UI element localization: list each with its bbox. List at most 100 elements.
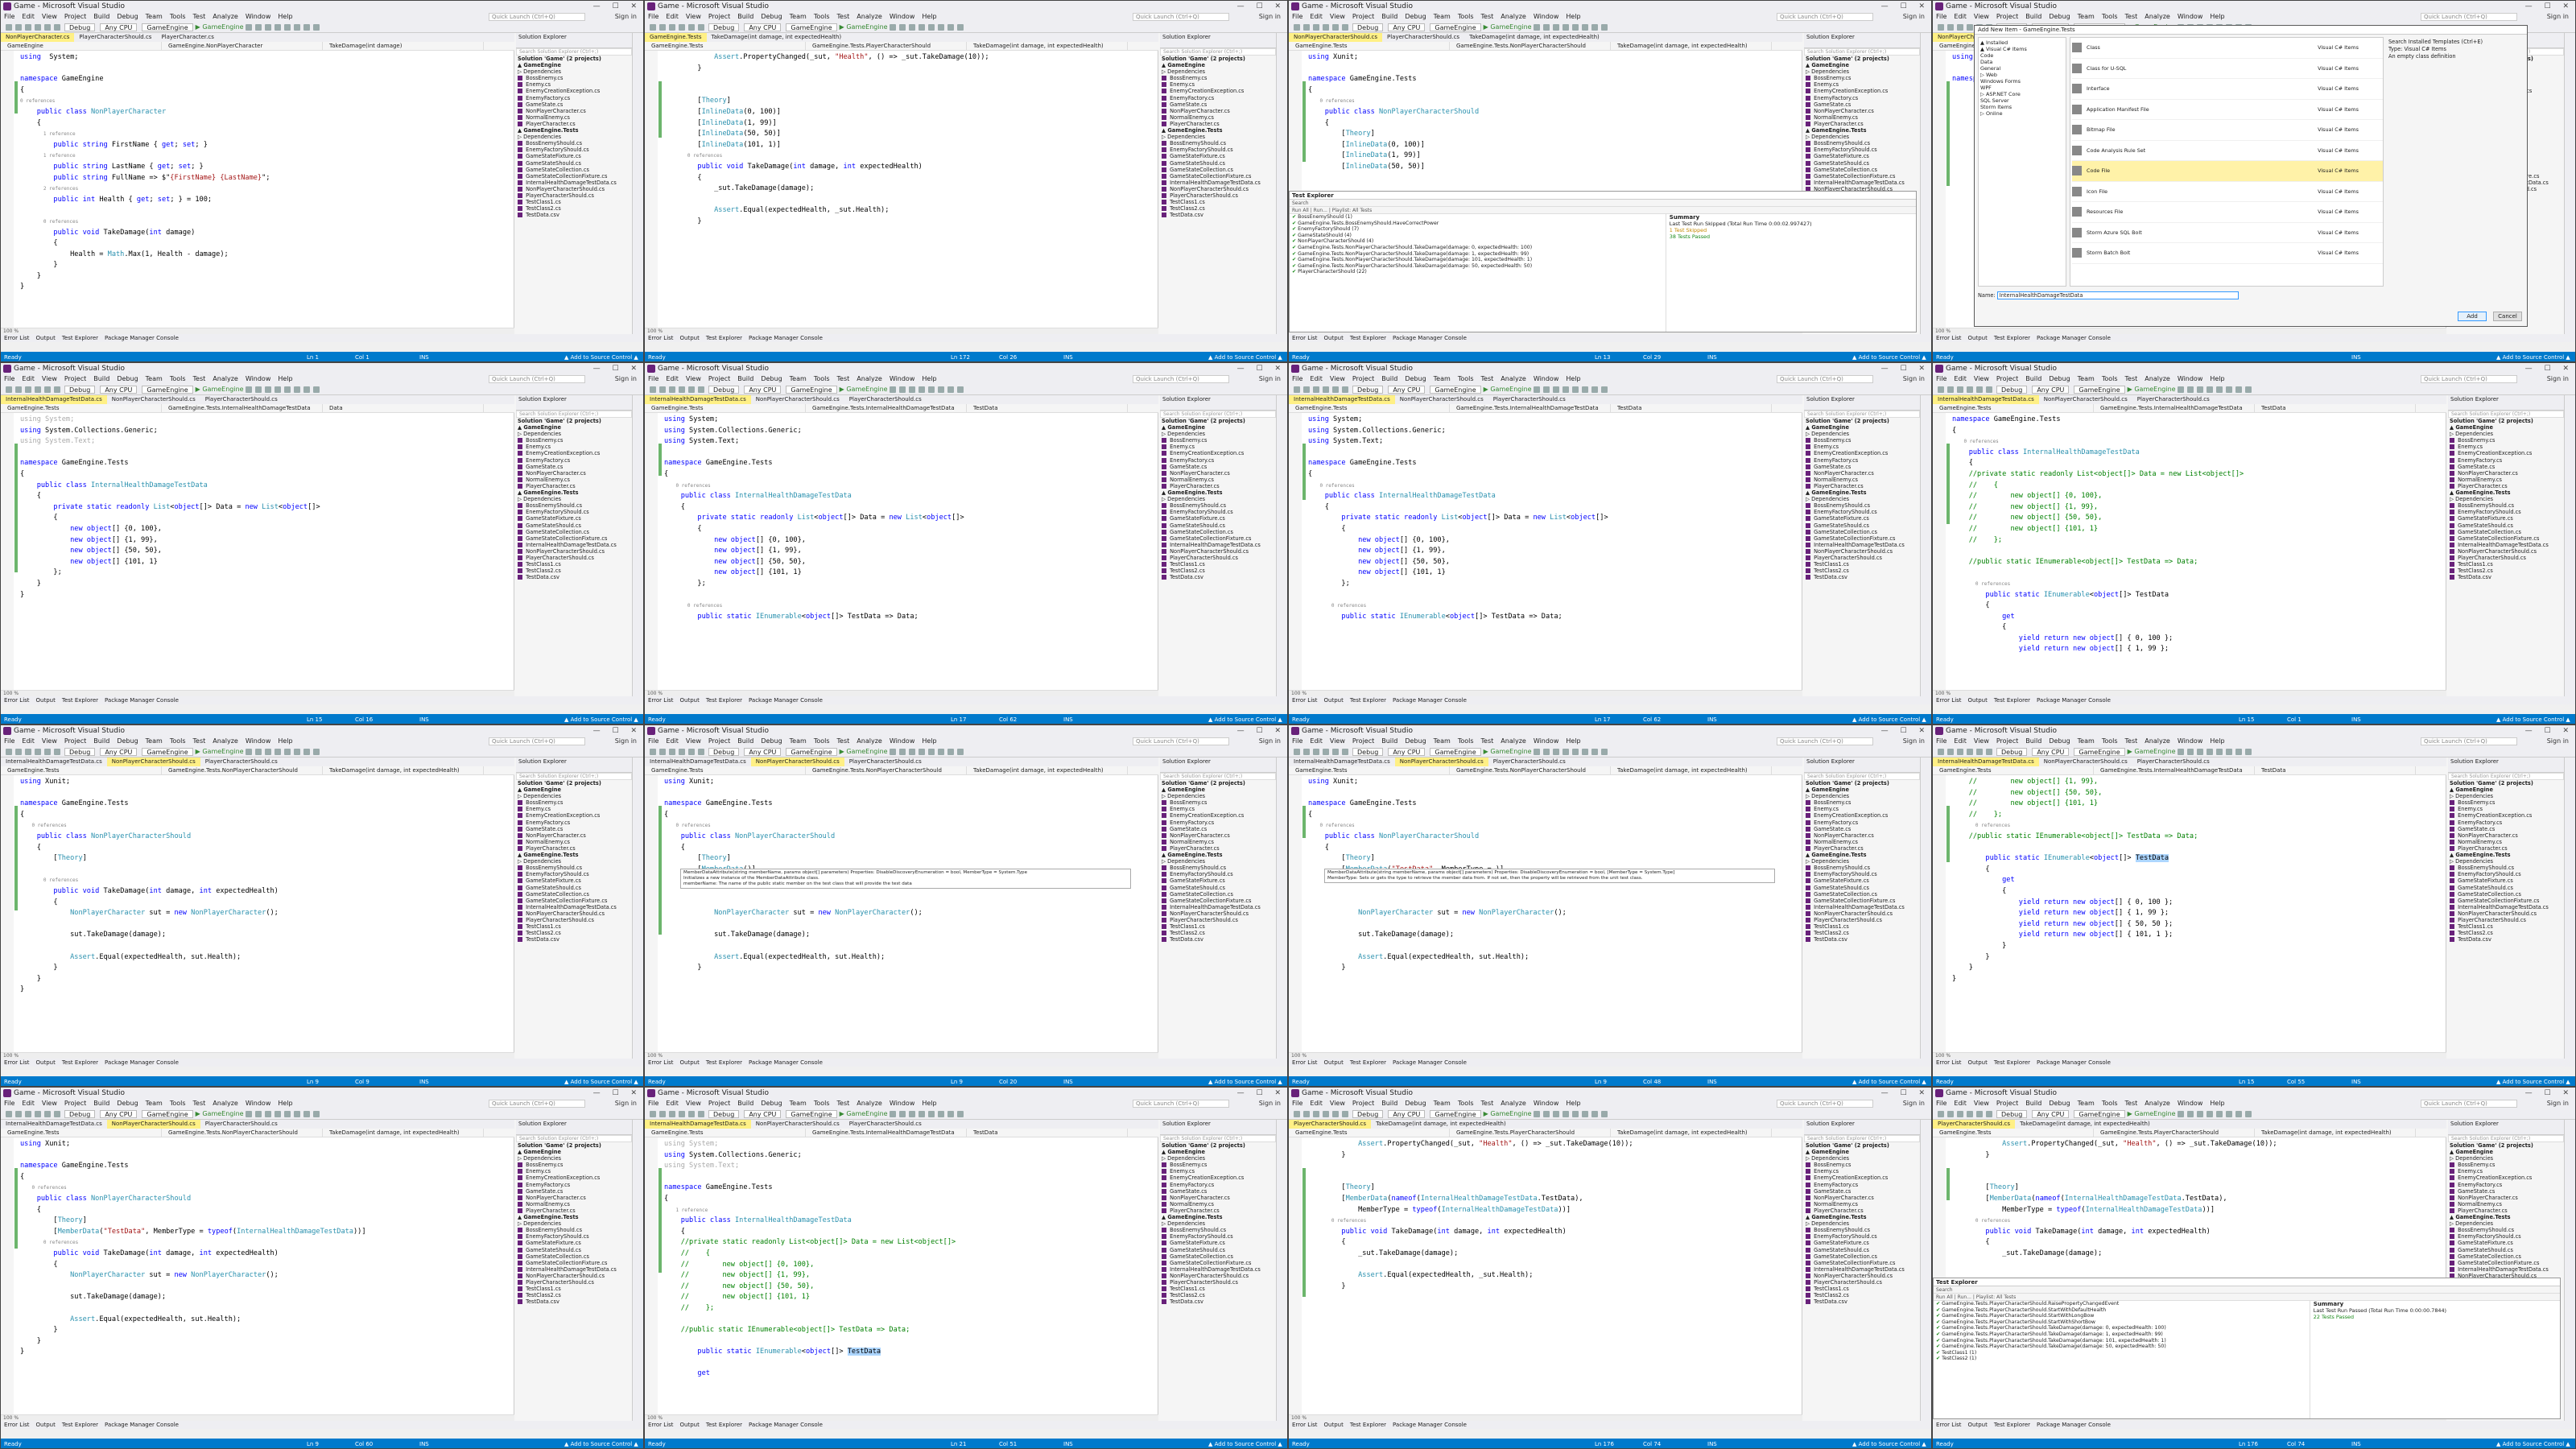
- bottom-tab[interactable]: Error List: [648, 1059, 674, 1066]
- solution-item[interactable]: EnemyFactoryShould.cs: [1162, 871, 1276, 877]
- nav-dropdown[interactable]: TestData: [967, 404, 1128, 412]
- menu-item-analyze[interactable]: Analyze: [2145, 737, 2170, 745]
- bottom-tab[interactable]: Test Explorer: [62, 335, 98, 341]
- solution-item[interactable]: EnemyFactory.cs: [2450, 457, 2564, 464]
- solution-item[interactable]: EnemyFactory.cs: [1162, 95, 1276, 101]
- solution-item[interactable]: NonPlayerCharacterShould.cs: [518, 186, 632, 192]
- toolbar-icon[interactable]: [1562, 1110, 1569, 1117]
- toolbar-icon[interactable]: [669, 386, 675, 393]
- menu-item-test[interactable]: Test: [837, 737, 850, 745]
- toolbar-icon[interactable]: [1542, 386, 1550, 393]
- platform-dropdown[interactable]: Any CPU: [1388, 385, 1426, 394]
- bottom-tab[interactable]: Output: [1968, 335, 1988, 341]
- menu-item-window[interactable]: Window: [2178, 13, 2203, 20]
- solution-item[interactable]: ▷ Dependencies: [1162, 134, 1276, 140]
- template-item[interactable]: Code File Visual C# Items: [2072, 161, 2383, 182]
- sign-in-link[interactable]: Sign in: [1259, 737, 1281, 745]
- toolbar-icon[interactable]: [1533, 748, 1540, 755]
- menu-item-team[interactable]: Team: [790, 375, 807, 382]
- toolbar-icon[interactable]: [25, 748, 31, 755]
- toolbar-icon[interactable]: [1986, 1110, 1992, 1117]
- solution-item[interactable]: GameState.cs: [518, 1188, 632, 1195]
- solution-item[interactable]: NormalEnemy.cs: [2450, 477, 2564, 483]
- toolbar-icon[interactable]: [1294, 23, 1300, 31]
- toolbar-icon[interactable]: [937, 23, 944, 31]
- menu-item-test[interactable]: Test: [2125, 737, 2138, 745]
- menu-item-project[interactable]: Project: [708, 375, 730, 382]
- nav-dropdown[interactable]: TakeDamage(int damage, int expectedHealt…: [967, 766, 1128, 774]
- toolbar-icon[interactable]: [1600, 748, 1608, 755]
- add-to-source-control[interactable]: ▲ Add to Source Control ▲: [564, 1076, 638, 1086]
- nav-dropdown[interactable]: GameEngine.Tests: [645, 42, 806, 50]
- document-tab[interactable]: NonPlayerCharacterShould.cs: [106, 758, 200, 766]
- solution-item[interactable]: Enemy.cs: [1162, 806, 1276, 812]
- start-button[interactable]: ▶ GameEngine: [1484, 23, 1532, 31]
- solution-item[interactable]: BossEnemyShould.cs: [1806, 865, 1920, 871]
- solution-item[interactable]: ▷ Dependencies: [1162, 496, 1276, 502]
- solution-item[interactable]: EnemyFactory.cs: [1162, 1182, 1276, 1188]
- toolbar-icon[interactable]: [889, 386, 896, 393]
- toolbar-icon[interactable]: [6, 1110, 12, 1117]
- solution-item[interactable]: PlayerCharacterShould.cs: [2450, 555, 2564, 561]
- add-to-source-control[interactable]: ▲ Add to Source Control ▲: [1852, 1076, 1926, 1086]
- add-to-source-control[interactable]: ▲ Add to Source Control ▲: [564, 352, 638, 361]
- platform-dropdown[interactable]: Any CPU: [100, 747, 138, 756]
- solution-item[interactable]: GameStateCollection.cs: [2450, 1253, 2564, 1260]
- start-button[interactable]: ▶ GameEngine: [840, 1110, 888, 1117]
- toolbar-icon[interactable]: [918, 748, 925, 755]
- solution-item[interactable]: TestData.csv: [518, 212, 632, 218]
- toolbar-icon[interactable]: [1967, 386, 1973, 393]
- solution-item[interactable]: NormalEnemy.cs: [1162, 114, 1276, 121]
- solution-item[interactable]: GameState.cs: [518, 464, 632, 470]
- solution-item[interactable]: InternalHealthDamageTestData.cs: [2450, 542, 2564, 548]
- document-tab[interactable]: NonPlayerCharacterShould.cs: [1395, 395, 1488, 404]
- toolbar-icon[interactable]: [1562, 23, 1569, 31]
- solution-item[interactable]: GameStateShould.cs: [518, 885, 632, 891]
- toolbar-icon[interactable]: [1332, 386, 1339, 393]
- start-button[interactable]: ▶ GameEngine: [2128, 1110, 2176, 1117]
- solution-item[interactable]: GameStateShould.cs: [1806, 1247, 1920, 1253]
- solution-item[interactable]: ▲ GameEngine: [1806, 62, 1920, 68]
- menu-item-window[interactable]: Window: [246, 375, 271, 382]
- solution-item[interactable]: ▲ GameEngine: [518, 1149, 632, 1155]
- code-text[interactable]: // new object[] {1, 99}, // new object[]…: [1952, 777, 2438, 1051]
- document-tab[interactable]: PlayerCharacterShould.cs: [2132, 758, 2215, 766]
- toolbar-icon[interactable]: [303, 23, 310, 31]
- toolbar-icon[interactable]: [274, 1110, 281, 1117]
- menu-item-tools[interactable]: Tools: [170, 375, 186, 382]
- solution-item[interactable]: ▷ Dependencies: [2450, 1220, 2564, 1227]
- menu-item-tools[interactable]: Tools: [1458, 375, 1474, 382]
- toolbar-icon[interactable]: [669, 23, 675, 31]
- menu-item-team[interactable]: Team: [2078, 375, 2095, 382]
- toolbar-icon[interactable]: [293, 386, 300, 393]
- menu-item-team[interactable]: Team: [1434, 375, 1451, 382]
- solution-item[interactable]: BossEnemyShould.cs: [1806, 140, 1920, 147]
- template-item[interactable]: Bitmap File Visual C# Items: [2072, 120, 2383, 141]
- solution-item[interactable]: PlayerCharacterShould.cs: [1806, 1279, 1920, 1286]
- nav-dropdown[interactable]: TakeDamage(int damage, int expectedHealt…: [323, 1129, 484, 1137]
- document-tab[interactable]: PlayerCharacterShould.cs: [1488, 758, 1571, 766]
- solution-item[interactable]: ▲ GameEngine: [1806, 1149, 1920, 1155]
- menu-item-project[interactable]: Project: [1996, 375, 2018, 382]
- quick-launch-input[interactable]: Quick Launch (Ctrl+Q): [2421, 13, 2517, 21]
- nav-dropdown[interactable]: GameEngine.Tests.NonPlayerCharacterShoul…: [162, 1129, 323, 1137]
- category-item[interactable]: ▷ ASP.NET Core: [1980, 91, 2064, 97]
- solution-item[interactable]: BossEnemy.cs: [1806, 437, 1920, 444]
- solution-item[interactable]: TestClass1.cs: [2450, 923, 2564, 930]
- sign-in-link[interactable]: Sign in: [1259, 13, 1281, 20]
- toolbar-icon[interactable]: [283, 23, 291, 31]
- solution-item[interactable]: GameStateShould.cs: [1162, 1247, 1276, 1253]
- toolbar-icon[interactable]: [908, 1110, 915, 1117]
- toolbar-icon[interactable]: [898, 748, 906, 755]
- solution-item[interactable]: InternalHealthDamageTestData.cs: [2450, 904, 2564, 910]
- solution-item[interactable]: EnemyCreationException.cs: [518, 1174, 632, 1181]
- test-item[interactable]: ✔ GameEngine.Tests.PlayerCharacterShould…: [1936, 1313, 2310, 1319]
- solution-item[interactable]: ▷ Dependencies: [1162, 431, 1276, 437]
- quick-launch-input[interactable]: Quick Launch (Ctrl+Q): [489, 375, 585, 383]
- solution-item[interactable]: TestClass1.cs: [1162, 923, 1276, 930]
- menu-item-tools[interactable]: Tools: [1458, 1100, 1474, 1107]
- menu-item-project[interactable]: Project: [1352, 13, 1374, 20]
- bottom-tab[interactable]: Output: [1324, 335, 1344, 341]
- solution-item[interactable]: GameState.cs: [1806, 1188, 1920, 1195]
- solution-explorer-search[interactable]: Search Solution Explorer (Ctrl+;): [2448, 773, 2564, 780]
